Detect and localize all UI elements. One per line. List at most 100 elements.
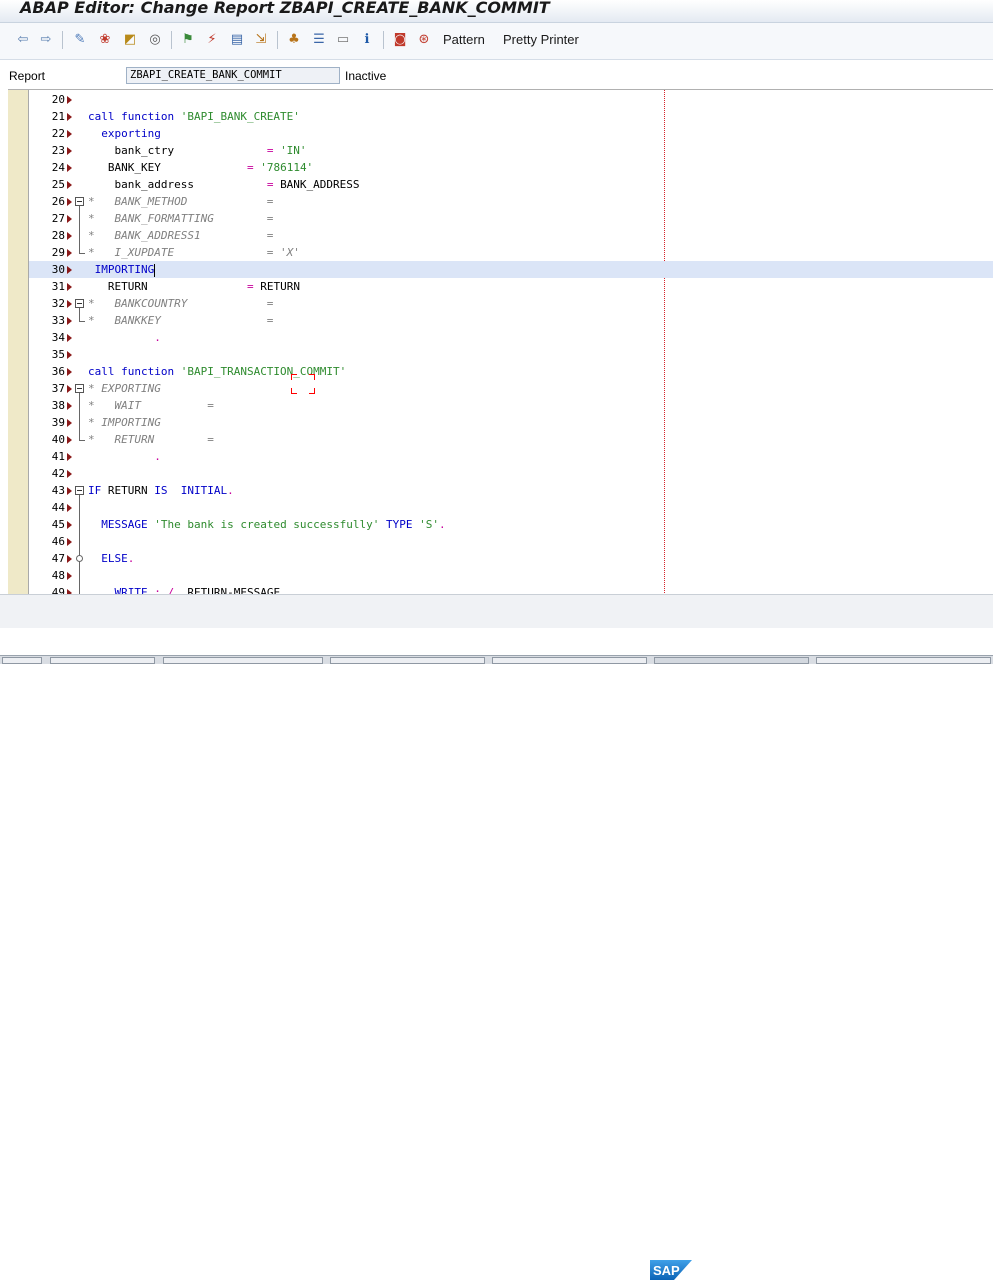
fold-toggle-icon[interactable] (75, 299, 84, 308)
line-number: 46 (51, 535, 65, 548)
other-object-icon[interactable]: ✎ (71, 31, 89, 49)
line-marker-icon (67, 419, 72, 427)
code-line[interactable]: 25 bank_address = BANK_ADDRESS (29, 176, 993, 193)
line-number: 45 (51, 518, 65, 531)
code-text: * RETURN = (88, 433, 214, 446)
fold-guide (79, 227, 80, 244)
line-number: 41 (51, 450, 65, 463)
code-text: * BANK_METHOD = (88, 195, 274, 208)
code-line[interactable]: 47 ELSE. (29, 550, 993, 567)
code-line[interactable]: 35 (29, 346, 993, 363)
code-line[interactable]: 23 bank_ctry = 'IN' (29, 142, 993, 159)
back-icon[interactable]: ⇦ (14, 31, 32, 49)
line-number: 42 (51, 467, 65, 480)
code-line[interactable]: 32 * BANKCOUNTRY = (29, 295, 993, 312)
code-line[interactable]: 21 call function 'BAPI_BANK_CREATE' (29, 108, 993, 125)
line-marker-icon (67, 368, 72, 376)
line-marker-icon (67, 521, 72, 529)
help-icon[interactable]: ℹ (358, 31, 376, 49)
fold-toggle-icon[interactable] (75, 486, 84, 495)
line-number: 26 (51, 195, 65, 208)
fold-toggle-icon[interactable] (75, 384, 84, 393)
line-number: 33 (51, 314, 65, 327)
pretty-printer-button[interactable]: Pretty Printer (503, 32, 579, 47)
line-marker-icon (67, 317, 72, 325)
code-line[interactable]: 42 (29, 465, 993, 482)
line-number: 24 (51, 161, 65, 174)
code-line[interactable]: 48 (29, 567, 993, 584)
code-text: * WAIT = (88, 399, 214, 412)
code-text: MESSAGE 'The bank is created successfull… (88, 518, 446, 531)
code-line[interactable]: 44 (29, 499, 993, 516)
code-editor[interactable]: 20 21 call function 'BAPI_BANK_CREATE' 22 e… (8, 89, 993, 595)
code-line[interactable]: 33 * BANKKEY = (29, 312, 993, 329)
code-line[interactable]: 40 * RETURN = (29, 431, 993, 448)
active-inactive-icon[interactable]: ◩ (121, 31, 139, 49)
code-line[interactable]: 29 * I_XUPDATE = 'X' (29, 244, 993, 261)
where-used-icon[interactable]: ⇲ (252, 31, 270, 49)
fold-guide (79, 210, 80, 227)
code-text: ELSE. (88, 552, 135, 565)
fold-toggle-icon[interactable] (75, 197, 84, 206)
forward-icon[interactable]: ⇨ (37, 31, 55, 49)
line-marker-icon (67, 130, 72, 138)
activate-icon[interactable]: ⚡ (203, 31, 221, 49)
code-line[interactable]: 43 IF RETURN IS INITIAL. (29, 482, 993, 499)
line-marker-icon (67, 300, 72, 308)
toolbar-separator (277, 31, 278, 49)
line-number: 21 (51, 110, 65, 123)
code-line[interactable]: 20 (29, 91, 993, 108)
line-marker-icon (67, 453, 72, 461)
line-number: 31 (51, 280, 65, 293)
code-text: bank_ctry = 'IN' (88, 144, 307, 157)
line-marker-icon (67, 572, 72, 580)
code-line[interactable]: 22 exporting (29, 125, 993, 142)
code-line[interactable]: 38 * WAIT = (29, 397, 993, 414)
display-objects-icon[interactable]: ☰ (310, 31, 328, 49)
code-text: IF RETURN IS INITIAL. (88, 484, 234, 497)
code-line[interactable]: 28 * BANK_ADDRESS1 = (29, 227, 993, 244)
test-icon[interactable]: ▤ (228, 31, 246, 49)
external-breakpoint-icon[interactable]: ⊛ (415, 31, 433, 49)
code-line[interactable]: 31 RETURN = RETURN (29, 278, 993, 295)
code-line[interactable]: 26 * BANK_METHOD = (29, 193, 993, 210)
activation-status: Inactive (345, 69, 387, 83)
code-line[interactable]: 36 call function 'BAPI_TRANSACTION_COMMIT… (29, 363, 993, 380)
fold-guide-end (79, 312, 85, 322)
line-number: 23 (51, 144, 65, 157)
code-line[interactable]: 39 * IMPORTING (29, 414, 993, 431)
code-line[interactable]: 24 BANK_KEY = '786114' (29, 159, 993, 176)
report-name-field[interactable]: ZBAPI_CREATE_BANK_COMMIT (126, 67, 340, 84)
code-line[interactable]: 46 (29, 533, 993, 550)
fold-guide (79, 414, 80, 431)
breakpoint-icon[interactable]: ◙ (391, 31, 409, 49)
code-line[interactable]: 37 * EXPORTING (29, 380, 993, 397)
hierarchy-icon[interactable]: ♣ (285, 31, 303, 49)
fold-guide (79, 499, 80, 516)
code-line[interactable]: 27 * BANK_FORMATTING = (29, 210, 993, 227)
object-list-icon[interactable]: ◎ (146, 31, 164, 49)
toolbar-separator (171, 31, 172, 49)
code-line[interactable]: 34 . (29, 329, 993, 346)
code-text: * BANKCOUNTRY = (88, 297, 274, 310)
line-marker-icon (67, 470, 72, 478)
code-text: * BANKKEY = (88, 314, 274, 327)
display-change-icon[interactable]: ❀ (96, 31, 114, 49)
check-icon[interactable]: ⚑ (179, 31, 197, 49)
line-number: 37 (51, 382, 65, 395)
code-line[interactable]: 45 MESSAGE 'The bank is created successf… (29, 516, 993, 533)
code-line[interactable]: 41 . (29, 448, 993, 465)
line-number: 47 (51, 552, 65, 565)
object-list-display-icon[interactable]: ▭ (334, 31, 352, 49)
code-text: * BANK_ADDRESS1 = (88, 229, 274, 242)
code-text: bank_address = BANK_ADDRESS (88, 178, 360, 191)
line-number: 34 (51, 331, 65, 344)
line-number: 38 (51, 399, 65, 412)
code-line[interactable]: 30 IMPORTING (29, 261, 993, 278)
line-number: 44 (51, 501, 65, 514)
line-number: 27 (51, 212, 65, 225)
line-number: 39 (51, 416, 65, 429)
line-number: 48 (51, 569, 65, 582)
line-number: 43 (51, 484, 65, 497)
pattern-button[interactable]: Pattern (443, 32, 485, 47)
